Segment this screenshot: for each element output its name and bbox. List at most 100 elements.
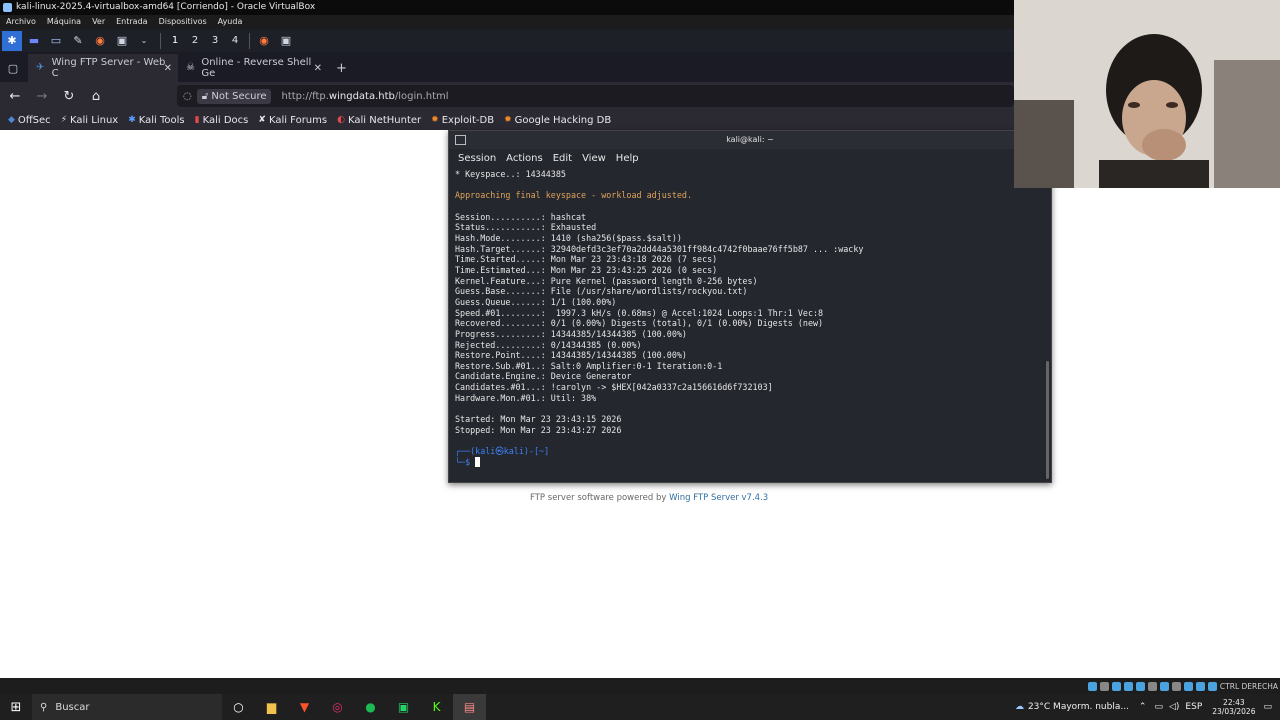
chevron-down-icon[interactable]: ⌄ bbox=[134, 31, 154, 51]
firefox-icon[interactable]: ◉ bbox=[90, 31, 110, 51]
terminal-window-icon[interactable]: ▣ bbox=[276, 31, 296, 51]
taskbar-search[interactable]: ⚲ Buscar bbox=[32, 694, 222, 720]
chevron-up-icon[interactable]: ⌃ bbox=[1139, 702, 1147, 712]
terminal-line: Status...........: Exhausted bbox=[455, 222, 597, 233]
spotify-icon[interactable]: ● bbox=[354, 694, 387, 720]
back-icon[interactable]: ← bbox=[3, 84, 27, 108]
clock[interactable]: 22:43 23/03/2026 bbox=[1212, 698, 1255, 716]
kali-menu-icon[interactable]: ✱ bbox=[2, 30, 22, 51]
menu-archivo[interactable]: Archivo bbox=[6, 15, 36, 29]
bookmark-kali-tools[interactable]: ✱ Kali Tools bbox=[128, 115, 184, 126]
terminal-scrollbar[interactable] bbox=[1046, 361, 1049, 479]
volume-icon[interactable]: ◁) bbox=[1169, 702, 1179, 712]
warning-line: Approaching final keyspace - workload ad… bbox=[455, 190, 692, 201]
recording-icon[interactable] bbox=[1171, 681, 1181, 691]
menu-view[interactable]: View bbox=[582, 153, 606, 164]
plus-icon: + bbox=[336, 60, 347, 76]
terminal-line: Restore.Point....: 14344385/14344385 (10… bbox=[455, 350, 687, 361]
usb-icon[interactable] bbox=[1135, 681, 1145, 691]
cortana-icon[interactable]: ○ bbox=[222, 694, 255, 720]
keyboard-icon[interactable] bbox=[1207, 681, 1217, 691]
shared-folders-icon[interactable] bbox=[1147, 681, 1157, 691]
terminal-titlebar[interactable]: kali@kali: ~ bbox=[449, 131, 1051, 149]
show-desktop-icon[interactable]: ▬ bbox=[24, 31, 44, 51]
terminal-window[interactable]: kali@kali: ~ Session Actions Edit View H… bbox=[448, 130, 1052, 483]
terminal-icon[interactable]: ▣ bbox=[112, 31, 132, 51]
reload-icon[interactable]: ↻ bbox=[57, 84, 81, 108]
network-tray-icon[interactable]: ▭ bbox=[1154, 702, 1163, 712]
text-editor-icon[interactable]: ✎ bbox=[68, 31, 88, 51]
forward-icon[interactable]: → bbox=[30, 84, 54, 108]
terminal-line: Guess.Queue......: 1/1 (100.00%) bbox=[455, 296, 617, 307]
cpu-icon[interactable] bbox=[1183, 681, 1193, 691]
bookmark-kali-nethunter[interactable]: ◐ Kali NetHunter bbox=[337, 115, 421, 126]
terminal-line: Progress.........: 14344385/14344385 (10… bbox=[455, 328, 687, 339]
terminal-line: Candidate.Engine.: Device Generator bbox=[455, 371, 632, 382]
audio-icon[interactable] bbox=[1111, 681, 1121, 691]
vbox-title: kali-linux-2025.4-virtualbox-amd64 [Corr… bbox=[16, 2, 316, 12]
menu-entrada[interactable]: Entrada bbox=[116, 15, 147, 29]
windows-start-icon[interactable]: ⊞ bbox=[0, 694, 32, 720]
menu-ayuda[interactable]: Ayuda bbox=[218, 15, 243, 29]
optical-drive-icon[interactable] bbox=[1099, 681, 1109, 691]
bookmark-kali-linux[interactable]: ⚡ Kali Linux bbox=[61, 115, 119, 126]
menu-ver[interactable]: Ver bbox=[92, 15, 105, 29]
lang-indicator[interactable]: ESP bbox=[1185, 702, 1202, 712]
menu-edit[interactable]: Edit bbox=[553, 153, 572, 164]
bookmark-kali-docs[interactable]: ▮ Kali Docs bbox=[195, 115, 249, 126]
close-icon[interactable]: ✕ bbox=[314, 63, 322, 74]
virtualbox-taskbar-icon[interactable]: ▤ bbox=[453, 694, 486, 720]
lock-slash-icon: 🔓︎ bbox=[201, 90, 209, 102]
url-prefix: http://ftp. bbox=[281, 90, 329, 102]
site-security[interactable]: ◌ 🔓︎ Not Secure bbox=[177, 88, 281, 104]
tab-list-icon[interactable]: ▢ bbox=[0, 54, 26, 82]
menu-maquina[interactable]: Máquina bbox=[47, 15, 81, 29]
bookmark-exploit-db[interactable]: ✹ Exploit-DB bbox=[431, 115, 494, 126]
terminal-line: Time.Started.....: Mon Mar 23 23:43:18 2… bbox=[455, 254, 718, 265]
terminal-line: Kernel.Feature...: Pure Kernel (password… bbox=[455, 275, 758, 286]
kick-icon[interactable]: K bbox=[420, 694, 453, 720]
hard-disk-icon[interactable] bbox=[1087, 681, 1097, 691]
firefox-window-icon[interactable]: ◉ bbox=[254, 31, 274, 51]
file-explorer-icon[interactable]: ▆ bbox=[255, 694, 288, 720]
close-icon[interactable]: ✕ bbox=[164, 63, 172, 74]
workspace-3[interactable]: 3 bbox=[205, 35, 225, 46]
webcam-person-image bbox=[1014, 0, 1280, 188]
notifications-icon[interactable]: ▭ bbox=[1263, 702, 1272, 712]
brave-icon[interactable]: ▼ bbox=[288, 694, 321, 720]
bookmark-label: Kali Linux bbox=[70, 114, 119, 126]
file-manager-icon[interactable]: ▭ bbox=[46, 31, 66, 51]
not-secure-badge[interactable]: 🔓︎ Not Secure bbox=[196, 88, 272, 104]
bookmark-offsec[interactable]: ◆ OffSec bbox=[8, 115, 51, 126]
new-tab-button[interactable]: + bbox=[328, 54, 358, 82]
tab-wing-ftp[interactable]: ✈ Wing FTP Server - Web C ✕ bbox=[28, 54, 178, 82]
bookmark-kali-forums[interactable]: ✘ Kali Forums bbox=[258, 115, 327, 126]
network-icon[interactable] bbox=[1123, 681, 1133, 691]
url-text[interactable]: http://ftp.wingdata.htb/login.html bbox=[281, 91, 448, 102]
menu-actions[interactable]: Actions bbox=[506, 153, 543, 164]
menu-dispositivos[interactable]: Dispositivos bbox=[159, 15, 207, 29]
weather-text[interactable]: 23°C Mayorm. nubla... bbox=[1028, 702, 1129, 712]
menu-session[interactable]: Session bbox=[458, 153, 496, 164]
tab-reverse-shell[interactable]: ☠ Online - Reverse Shell Ge ✕ bbox=[178, 54, 328, 82]
prompt-symbol: $ bbox=[465, 456, 471, 467]
tab-label: Wing FTP Server - Web C bbox=[51, 57, 166, 79]
terminal-output[interactable]: * Keyspace..: 14344385 Approaching final… bbox=[449, 167, 1051, 467]
weather-icon[interactable]: ☁ bbox=[1015, 702, 1024, 712]
whatsapp-icon[interactable]: ▣ bbox=[387, 694, 420, 720]
workspace-2[interactable]: 2 bbox=[185, 35, 205, 46]
bookmark-google-hacking-db[interactable]: ✹ Google Hacking DB bbox=[504, 115, 611, 126]
menu-help[interactable]: Help bbox=[616, 153, 639, 164]
bookmark-label: OffSec bbox=[17, 114, 51, 126]
home-icon[interactable]: ⌂ bbox=[84, 84, 108, 108]
instagram-icon[interactable]: ◎ bbox=[321, 694, 354, 720]
mouse-integration-icon[interactable] bbox=[1195, 681, 1205, 691]
bookmark-label: Exploit-DB bbox=[441, 114, 495, 126]
url-bar[interactable]: ◌ 🔓︎ Not Secure http://ftp.wingdata.htb/… bbox=[177, 85, 1014, 107]
workspace-1[interactable]: 1 bbox=[165, 35, 185, 46]
nethunter-icon: ◐ bbox=[337, 115, 345, 125]
workspace-4[interactable]: 4 bbox=[225, 35, 245, 46]
wing-ftp-link[interactable]: Wing FTP Server v7.4.3 bbox=[669, 493, 768, 503]
search-icon: ⚲ bbox=[40, 701, 48, 713]
display-icon[interactable] bbox=[1159, 681, 1169, 691]
